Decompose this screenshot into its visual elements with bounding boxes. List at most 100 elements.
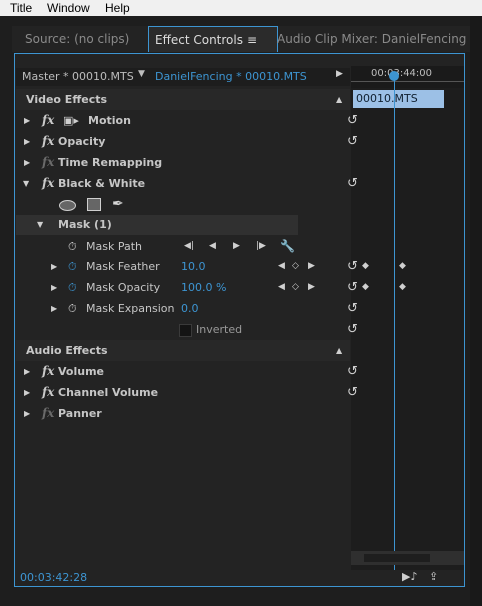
- clip-bar[interactable]: 00010.MTS: [353, 90, 444, 108]
- fx-icon[interactable]: fx: [42, 131, 54, 152]
- collapse-arrow-icon[interactable]: ▼: [23, 173, 29, 194]
- fx-icon: fx: [42, 155, 55, 169]
- add-keyframe-icon[interactable]: ◇: [292, 256, 299, 277]
- mask-title: Mask (1): [58, 218, 112, 231]
- tab-effect-controls-label: Effect Controls: [155, 33, 243, 47]
- expand-arrow-icon[interactable]: ▶: [24, 110, 30, 131]
- fx-icon[interactable]: fx: [42, 361, 54, 382]
- fx-icon[interactable]: fx: [42, 382, 54, 403]
- mask-opacity-row: ▶ ⏱ Mask Opacity 100.0 % ◀ ◇ ▶ ↺: [16, 277, 358, 298]
- effect-row-opacity[interactable]: ▶ fx Opacity ↺: [16, 131, 358, 152]
- reset-icon[interactable]: ↺: [347, 319, 358, 340]
- tab-effect-controls[interactable]: Effect Controls ≡: [148, 26, 278, 52]
- effect-name: Time Remapping: [58, 156, 163, 169]
- mask-tools-row: ✒: [16, 194, 350, 215]
- export-icon[interactable]: ⇪: [429, 570, 438, 583]
- play-audio-icon[interactable]: ▶♪: [402, 570, 417, 583]
- mask-expansion-label: Mask Expansion: [86, 302, 175, 315]
- menu-help[interactable]: Help: [105, 0, 130, 16]
- wrench-icon[interactable]: 🔧: [280, 236, 295, 257]
- tab-source[interactable]: Source: (no clips): [25, 26, 129, 52]
- mask-expansion-value[interactable]: 0.0: [181, 298, 199, 319]
- menu-title[interactable]: Title: [10, 0, 32, 16]
- effect-row-panner[interactable]: ▶ fx Panner: [16, 403, 350, 424]
- right-edge: [470, 16, 482, 606]
- sequence-clip-label[interactable]: DanielFencing * 00010.MTS: [155, 70, 307, 83]
- expand-arrow-icon[interactable]: ▶: [51, 298, 57, 319]
- reset-icon[interactable]: ↺: [347, 361, 358, 382]
- pen-mask-icon[interactable]: ✒: [112, 194, 124, 215]
- reset-icon[interactable]: ↺: [347, 382, 358, 403]
- timeline-scrollbar[interactable]: [351, 551, 464, 565]
- stopwatch-active-icon[interactable]: ⏱: [68, 277, 77, 298]
- prev-keyframe-icon[interactable]: ◀: [278, 256, 285, 277]
- video-effects-title: Video Effects: [26, 93, 108, 106]
- mask-opacity-value[interactable]: 100.0 %: [181, 277, 226, 298]
- panel-tabs: Source: (no clips) Effect Controls ≡ Aud…: [12, 26, 470, 52]
- reset-icon[interactable]: ↺: [347, 110, 358, 131]
- menu-window[interactable]: Window: [47, 0, 90, 16]
- expand-arrow-icon[interactable]: ▶: [24, 152, 30, 173]
- master-clip-label[interactable]: Master * 00010.MTS: [22, 70, 134, 83]
- effect-row-channel-volume[interactable]: ▶ fx Channel Volume ↺: [16, 382, 358, 403]
- track-forward-icon[interactable]: ▶: [233, 236, 240, 257]
- next-keyframe-icon[interactable]: ▶: [308, 277, 315, 298]
- effect-row-motion[interactable]: ▶ fx ▣▸ Motion ↺: [16, 110, 358, 131]
- reset-icon[interactable]: ↺: [347, 173, 358, 194]
- audio-effects-header[interactable]: Audio Effects ▲: [16, 340, 350, 361]
- mask-header[interactable]: ▼ Mask (1): [16, 215, 298, 235]
- expand-arrow-icon[interactable]: ▶: [51, 277, 57, 298]
- reset-icon[interactable]: ↺: [347, 298, 358, 319]
- collapse-up-icon[interactable]: ▲: [336, 340, 342, 361]
- inverted-row: Inverted ↺: [16, 319, 358, 340]
- fx-icon: fx: [42, 406, 55, 420]
- track-backward-icon[interactable]: ◀: [209, 236, 216, 257]
- reset-icon[interactable]: ↺: [347, 131, 358, 152]
- clip-header: Master * 00010.MTS ▼ DanielFencing * 000…: [16, 68, 350, 86]
- effect-row-time-remapping[interactable]: ▶ fx Time Remapping: [16, 152, 350, 173]
- fx-icon[interactable]: fx: [42, 173, 54, 194]
- expand-arrow-icon[interactable]: ▶: [24, 361, 30, 382]
- play-only-icon[interactable]: ▶: [336, 69, 343, 79]
- effect-row-black-white[interactable]: ▼ fx Black & White ↺: [16, 173, 358, 194]
- reset-icon[interactable]: ↺: [347, 277, 358, 298]
- transform-icon[interactable]: ▣▸: [63, 110, 79, 131]
- expand-arrow-icon[interactable]: ▶: [24, 131, 30, 152]
- effect-name: Opacity: [58, 135, 106, 148]
- keyframe-icon[interactable]: ◆: [399, 261, 406, 271]
- expand-arrow-icon[interactable]: ▶: [24, 403, 30, 424]
- next-keyframe-icon[interactable]: ▶: [308, 256, 315, 277]
- prev-keyframe-icon[interactable]: ◀: [278, 277, 285, 298]
- reset-icon[interactable]: ↺: [347, 256, 358, 277]
- track-forward-one-icon[interactable]: |▶: [256, 236, 266, 257]
- collapse-up-icon[interactable]: ▲: [336, 89, 342, 110]
- timeline-ruler[interactable]: 00:03:44:00: [351, 66, 464, 88]
- current-timecode[interactable]: 00:03:42:28: [20, 571, 87, 584]
- dropdown-arrow-icon[interactable]: ▼: [138, 69, 145, 79]
- fx-icon[interactable]: fx: [42, 110, 54, 131]
- effect-row-volume[interactable]: ▶ fx Volume ↺: [16, 361, 358, 382]
- stopwatch-icon[interactable]: ⏱: [68, 236, 77, 257]
- stopwatch-icon[interactable]: ⏱: [68, 298, 77, 319]
- add-keyframe-icon[interactable]: ◇: [292, 277, 299, 298]
- effect-name: Channel Volume: [58, 386, 159, 399]
- keyframe-icon[interactable]: ◆: [362, 261, 369, 271]
- keyframe-icon[interactable]: ◆: [362, 282, 369, 292]
- collapse-arrow-icon[interactable]: ▼: [37, 220, 43, 229]
- rectangle-mask-icon[interactable]: [87, 198, 101, 211]
- video-effects-header[interactable]: Video Effects ▲: [16, 89, 350, 110]
- playhead-line: [394, 76, 395, 570]
- expand-arrow-icon[interactable]: ▶: [51, 256, 57, 277]
- mask-feather-value[interactable]: 10.0: [181, 256, 206, 277]
- track-backward-one-icon[interactable]: ◀|: [184, 236, 194, 257]
- mask-path-label: Mask Path: [86, 240, 142, 253]
- tab-audio-clip-mixer[interactable]: Audio Clip Mixer: DanielFencing: [277, 26, 466, 52]
- inverted-checkbox[interactable]: [179, 324, 192, 337]
- audio-effects-title: Audio Effects: [26, 344, 108, 357]
- stopwatch-active-icon[interactable]: ⏱: [68, 256, 77, 277]
- ellipse-mask-icon[interactable]: [59, 200, 76, 211]
- expand-arrow-icon[interactable]: ▶: [24, 382, 30, 403]
- effect-name: Volume: [58, 365, 104, 378]
- panel-menu-icon[interactable]: ≡: [247, 27, 257, 53]
- keyframe-icon[interactable]: ◆: [399, 282, 406, 292]
